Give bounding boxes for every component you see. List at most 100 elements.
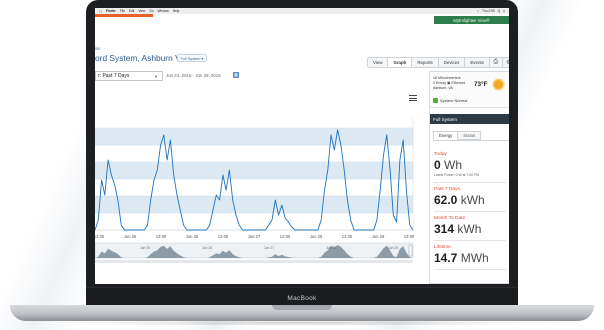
overview-tick-label: Jun 29: [388, 246, 398, 250]
x-tick-label: 12:00: [156, 234, 167, 239]
menu-line: [409, 97, 417, 99]
chevron-down-icon: ▼: [154, 73, 158, 79]
tab-graph-label: Graph: [393, 60, 407, 65]
chart-band: [95, 162, 413, 179]
system-dropdown-label: Full System ▾: [180, 56, 204, 61]
overview-tick-label: Jun 27: [264, 246, 274, 250]
menu-item-go[interactable]: Go: [149, 9, 153, 13]
tab-energy[interactable]: Energy: [433, 131, 459, 140]
breadcrumb[interactable]: ise: [95, 46, 100, 51]
printer-icon: ⎙: [493, 59, 499, 65]
x-tick-label: 12:00: [404, 234, 415, 239]
tab-events[interactable]: Events: [465, 57, 490, 68]
system-side-panel: 16 Microinverters 1 Envoy ▣ Ethernet Ash…: [429, 71, 509, 284]
tab-reports[interactable]: Reports: [412, 57, 439, 68]
brand-color-strip: [95, 14, 153, 17]
laptop-base: [10, 305, 594, 321]
menu-bar-status: ≈ Thu 2:59 Q ≡: [477, 9, 505, 13]
stat-month-label: Month To Date: [434, 216, 466, 221]
x-tick-label: 12:00: [95, 234, 105, 239]
overview-tick-label: Jun 26: [202, 246, 212, 250]
stat-month-value: 314 kWh: [434, 222, 481, 236]
spotlight-icon[interactable]: Q: [498, 9, 500, 13]
envoy-info: 1 Envoy ▣ Ethernet: [433, 81, 465, 85]
laptop-screen:  Finder File Edit View Go Window Help ≈…: [95, 8, 509, 284]
divider: [434, 211, 506, 212]
date-range-select[interactable]: r: Past 7 Days ▼: [95, 71, 163, 81]
myenlighten-view-tab[interactable]: MyEnlighten View®: [434, 16, 509, 24]
stat-month-number: 314: [434, 222, 455, 236]
tab-status[interactable]: Status: [458, 131, 482, 140]
scene: MacBook  Finder File Edit View Go Windo…: [0, 0, 604, 330]
stat-lifetime-label: Lifetime: [434, 245, 451, 250]
menu-line: [409, 100, 417, 101]
settings-button[interactable]: ⚙: [502, 57, 509, 68]
tab-view-label: View: [373, 60, 383, 65]
print-button[interactable]: ⎙: [489, 57, 503, 68]
side-tabs: Energy Status: [433, 131, 482, 140]
inverter-count: 16 Microinverters: [433, 76, 461, 80]
menu-clock[interactable]: Thu 2:59: [482, 9, 495, 13]
overview-tick-label: Jun 28: [326, 246, 336, 250]
mac-menu-bar:  Finder File Edit View Go Window Help ≈…: [95, 8, 509, 14]
divider: [433, 140, 509, 141]
menu-item-finder[interactable]: Finder: [106, 9, 116, 13]
tab-energy-label: Energy: [439, 133, 453, 138]
stat-today-value: 0 Wh: [434, 158, 462, 172]
overview-scroll-handle: [408, 244, 413, 257]
stat-today-label: Today: [434, 152, 447, 157]
view-tabs: View Graph Reports Devices Events ⎙ ⚙: [367, 57, 509, 68]
system-dropdown[interactable]: Full System ▾: [177, 54, 207, 62]
status-ok-icon: [433, 98, 438, 103]
temperature-readout: 73°F: [474, 81, 488, 88]
date-range-select-value: r: Past 7 Days: [98, 73, 130, 79]
notification-icon[interactable]: ≡: [503, 9, 505, 13]
tab-reports-label: Reports: [417, 60, 433, 65]
tab-devices-label: Devices: [443, 60, 460, 65]
divider: [434, 240, 506, 241]
divider: [434, 269, 506, 270]
status-text: System Normal: [440, 98, 468, 103]
wifi-icon[interactable]: ≈: [477, 9, 479, 13]
tab-status-label: Status: [463, 133, 476, 138]
stat-lifetime-unit: MWh: [457, 251, 489, 265]
system-summary-card: 16 Microinverters 1 Envoy ▣ Ethernet Ash…: [430, 72, 509, 108]
overview-tick-label: Jun 25: [140, 246, 150, 250]
tab-view[interactable]: View: [367, 57, 389, 68]
x-tick-label: 12:00: [218, 234, 229, 239]
x-tick-label: Jun 28: [310, 234, 323, 239]
x-tick-label: Jun 26: [186, 234, 199, 239]
calendar-button[interactable]: ▦: [233, 72, 239, 78]
x-tick-label: 12:00: [280, 234, 291, 239]
x-tick-label: Jun 27: [248, 234, 261, 239]
stat-week-value: 62.0 kWh: [434, 193, 485, 207]
stat-lifetime-value: 14.7 MWh: [434, 251, 489, 265]
chart-menu-button[interactable]: [409, 95, 417, 101]
menu-item-help[interactable]: Help: [173, 9, 180, 13]
energy-production-chart[interactable]: 12:00 Jun 25 12:00 Jun 26 12:00 Jun 27 12:00 Ju…: [95, 110, 417, 274]
x-tick-label: 12:00: [342, 234, 353, 239]
menu-item-view[interactable]: View: [138, 9, 145, 13]
x-tick-label: Jun 29: [372, 234, 385, 239]
divider: [434, 182, 506, 183]
tab-graph[interactable]: Graph: [388, 57, 413, 68]
latest-power-text: Latest Power: 0 W at 7:00 PM: [434, 173, 480, 177]
stat-week-number: 62.0: [434, 193, 458, 207]
menu-item-file[interactable]: File: [120, 9, 125, 13]
stat-today-number: 0: [434, 158, 441, 172]
laptop-brand-label: MacBook: [287, 295, 317, 302]
menu-item-window[interactable]: Window: [158, 9, 169, 13]
apple-icon[interactable]: : [99, 9, 102, 14]
page-title: ord System, Ashburn VA: [95, 53, 186, 63]
laptop-bezel: MacBook: [86, 287, 518, 305]
tab-devices[interactable]: Devices: [438, 57, 466, 68]
section-title: Full System: [430, 114, 509, 124]
menu-item-edit[interactable]: Edit: [129, 9, 135, 13]
chart-band: [95, 128, 413, 145]
menu-line: [409, 95, 417, 96]
overview-scrollbar: [95, 260, 413, 263]
chart-band: [95, 196, 413, 213]
sun-icon: [494, 80, 503, 89]
stat-lifetime-number: 14.7: [434, 251, 458, 265]
location-text: Ashburn, VA: [433, 86, 453, 90]
